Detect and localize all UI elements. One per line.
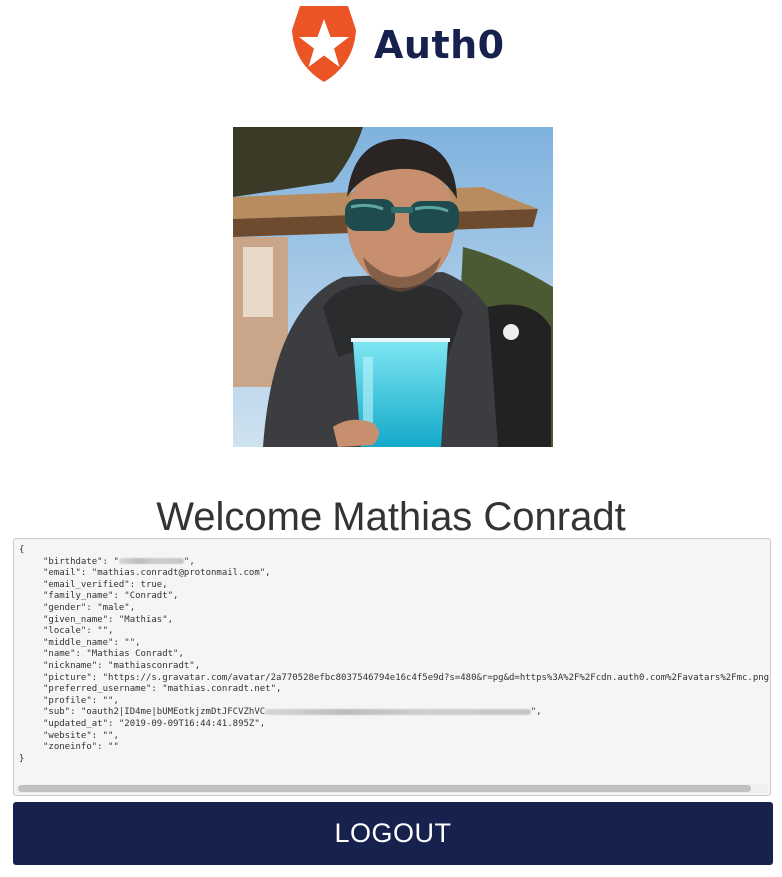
auth0-shield-star-icon [292, 6, 356, 82]
json-field-row: "zoneinfo": "" [19, 742, 765, 754]
json-key: "gender": [43, 602, 98, 613]
json-value-suffix: ", [530, 707, 542, 718]
json-field-row: "profile": "", [19, 696, 765, 708]
json-key: "sub": [43, 707, 81, 718]
json-field-row: "nickname": "mathiasconradt", [19, 661, 765, 673]
json-value: "", [102, 695, 119, 706]
json-field-row: "sub": "oauth2|ID4me|bUMEotkjzmDtJFCVZhV… [19, 707, 765, 719]
json-key: "family_name": [43, 591, 125, 602]
json-field-row: "family_name": "Conradt", [19, 591, 765, 603]
json-field-row: "preferred_username": "mathias.conradt.n… [19, 684, 765, 696]
avatar [233, 127, 553, 447]
json-value: "", [97, 626, 114, 637]
json-key: "email_verified": [43, 579, 141, 590]
profile-json-scroll-area: {"birthdate": " ", "email": "mathias.conra… [14, 539, 770, 781]
json-open-brace: { [19, 545, 25, 555]
json-key: "name": [43, 649, 87, 660]
json-field-row: "given_name": "Mathias", [19, 615, 765, 627]
json-value: "https://s.gravatar.com/avatar/2a770528e… [102, 672, 770, 683]
json-value: "oauth2|ID4me|bUMEotkjzmDtJFCVZhVC [80, 707, 266, 718]
json-key: "nickname": [43, 660, 109, 671]
json-value: "mathias.conradt.net", [162, 684, 282, 695]
json-key: "locale": [43, 626, 98, 637]
json-value: "Mathias", [118, 614, 174, 625]
json-field-row: "picture": "https://s.gravatar.com/avata… [19, 672, 770, 685]
json-value: "", [102, 730, 119, 741]
json-value: "Mathias Conradt", [86, 649, 184, 660]
json-value: "", [124, 637, 141, 648]
redacted-value [118, 558, 184, 565]
welcome-greeting: Welcome [156, 494, 323, 539]
json-field-row: "gender": "male", [19, 603, 765, 615]
welcome-user-name: Mathias Conradt [332, 494, 626, 539]
redacted-value [265, 708, 531, 715]
horizontal-scrollbar[interactable] [16, 784, 768, 793]
auth0-logo: Auth0 [292, 6, 505, 82]
json-value: true, [140, 579, 168, 590]
json-field-row: "middle_name": "", [19, 638, 765, 650]
profile-json-panel[interactable]: {"birthdate": " ", "email": "mathias.conra… [13, 538, 771, 796]
json-value: "mathias.conradt@protonmail.com", [91, 568, 271, 579]
json-field-row: "website": "", [19, 731, 765, 743]
json-field-row: "updated_at": "2019-09-09T16:44:41.895Z"… [19, 719, 765, 731]
json-key: "website": [43, 730, 103, 741]
logout-button[interactable]: LOGOUT [13, 802, 773, 865]
json-key: "zoneinfo": [43, 742, 109, 753]
avatar-image [233, 127, 553, 447]
json-key: "profile": [43, 695, 103, 706]
json-value: " [113, 556, 119, 567]
welcome-heading: Welcome Mathias Conradt [0, 491, 782, 543]
json-key: "updated_at": [43, 718, 119, 729]
json-value: "mathiasconradt", [108, 660, 201, 671]
json-key: "given_name": [43, 614, 119, 625]
json-value: "Conradt", [124, 591, 179, 602]
json-key: "email": [43, 568, 92, 579]
json-key: "middle_name": [43, 637, 125, 648]
json-close-brace: } [19, 753, 25, 764]
json-key: "preferred_username": [43, 684, 163, 695]
json-key: "birthdate": [43, 556, 114, 567]
brand-name: Auth0 [374, 23, 505, 67]
json-field-row: "locale": "", [19, 626, 765, 638]
json-field-row: "birthdate": " ", [19, 557, 765, 569]
json-value: "male", [97, 602, 136, 613]
json-value-suffix: ", [183, 556, 195, 567]
json-value: "" [108, 742, 119, 753]
json-field-row: "name": "Mathias Conradt", [19, 649, 765, 661]
json-field-row: "email": "mathias.conradt@protonmail.com… [19, 568, 765, 580]
json-key: "picture": [43, 672, 103, 683]
json-value: "2019-09-09T16:44:41.895Z", [118, 718, 266, 729]
profile-json-code: {"birthdate": " ", "email": "mathias.conra… [14, 539, 770, 771]
json-fields: "birthdate": " ", "email": "mathias.conrad… [19, 557, 770, 754]
horizontal-scrollbar-thumb[interactable] [18, 785, 751, 792]
json-field-row: "email_verified": true, [19, 580, 765, 592]
